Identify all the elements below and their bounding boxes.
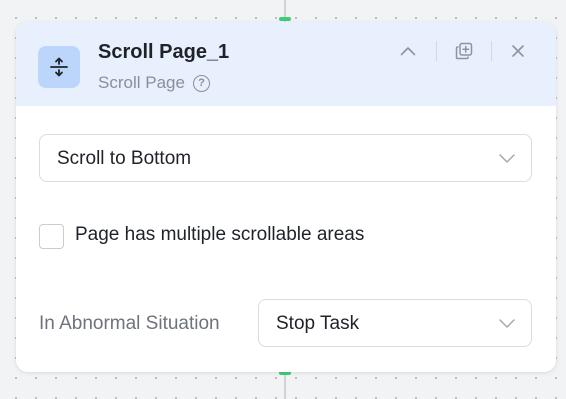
vertical-arrows-icon [38,46,80,88]
step-type-label: Scroll Page [98,73,185,92]
abnormal-situation-value: Stop Task [276,313,360,334]
chevron-up-icon [400,47,416,56]
help-icon[interactable]: ? [192,74,210,92]
duplicate-button[interactable] [453,40,475,62]
step-subtitle-row: Scroll Page ? [98,73,210,93]
chevron-down-icon [499,154,515,163]
card-header: Scroll Page_1 Scroll Page ? [16,22,556,106]
abnormal-situation-select[interactable]: Stop Task [258,299,532,347]
duplicate-icon [455,42,473,60]
flow-connector-bottom [284,372,286,399]
multiple-areas-label[interactable]: Page has multiple scrollable areas [75,224,364,246]
chevron-down-icon [499,319,515,328]
step-config-card: Scroll Page_1 Scroll Page ? Scroll to Bo… [16,22,556,372]
header-divider [491,41,492,61]
multiple-areas-checkbox[interactable] [39,224,64,249]
scroll-mode-value: Scroll to Bottom [57,148,192,169]
abnormal-situation-label: In Abnormal Situation [39,313,220,334]
collapse-button[interactable] [397,40,419,62]
connector-handle-top[interactable] [279,17,291,21]
scroll-mode-select[interactable]: Scroll to Bottom [39,134,532,182]
step-title[interactable]: Scroll Page_1 [98,41,229,64]
header-divider [436,41,437,61]
close-icon [512,45,524,57]
close-button[interactable] [507,40,529,62]
